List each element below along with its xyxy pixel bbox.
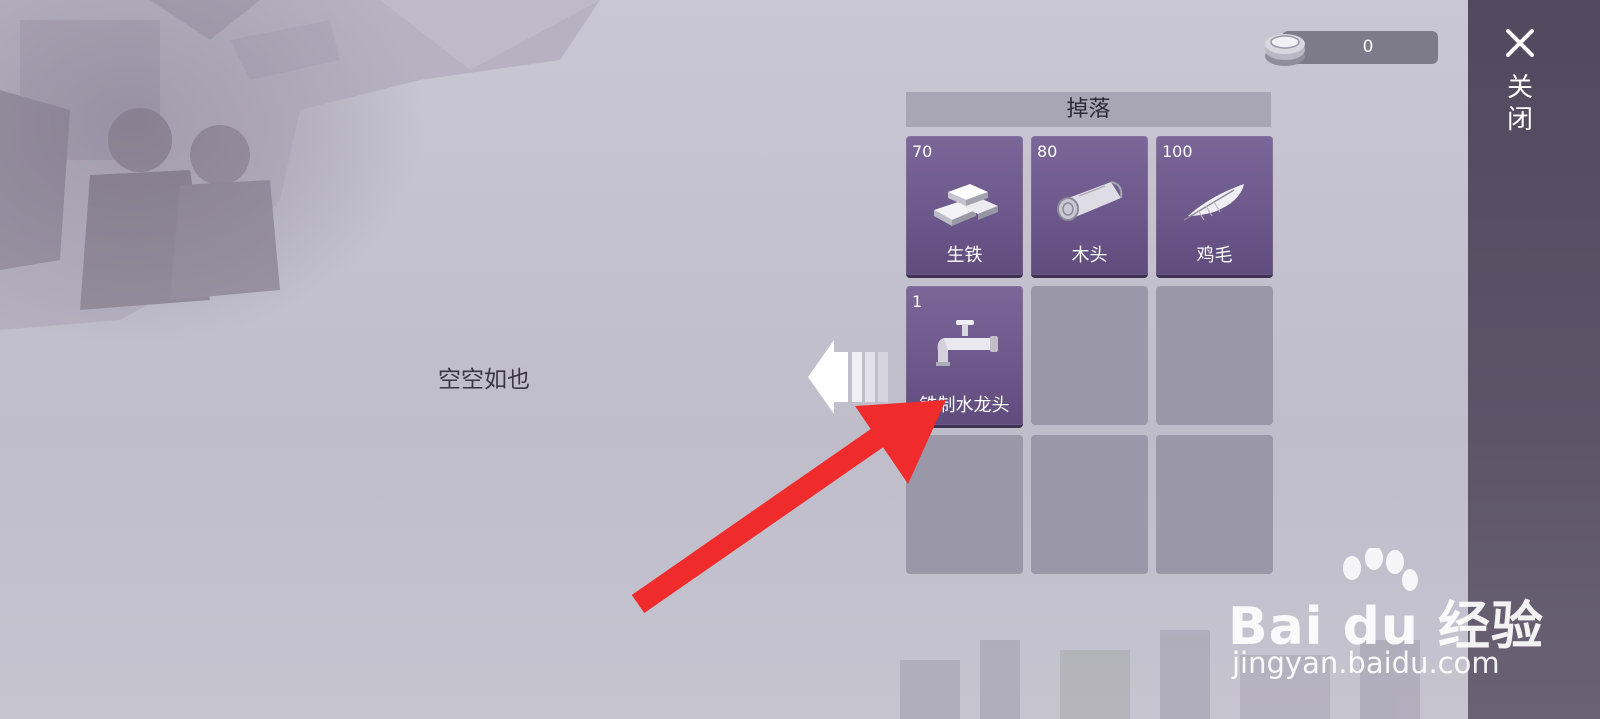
drop-slot-wood[interactable]: 80 木头 xyxy=(1031,136,1148,278)
feather-icon xyxy=(1183,184,1244,221)
drops-title: 掉落 xyxy=(906,92,1271,127)
drop-slot-empty xyxy=(1031,435,1148,574)
drop-slot-empty xyxy=(1031,286,1148,425)
coin-icon xyxy=(1265,34,1305,66)
item-count: 70 xyxy=(912,142,933,161)
iron-ingot-icon xyxy=(934,184,998,226)
annotation-arrow-icon xyxy=(631,400,946,614)
item-count: 80 xyxy=(1037,142,1058,161)
item-name: 鸡毛 xyxy=(1196,245,1233,266)
wood-log-icon xyxy=(1057,181,1123,221)
item-name: 木头 xyxy=(1071,245,1108,266)
drop-slot-feather[interactable]: 100 鸡毛 xyxy=(1156,136,1273,278)
item-count: 100 xyxy=(1162,142,1193,161)
drop-slot-iron[interactable]: 70 生铁 xyxy=(906,136,1023,278)
soldier-artwork xyxy=(0,0,600,330)
item-count: 1 xyxy=(912,292,923,311)
watermark-url: jingyan.baidu.com xyxy=(1232,646,1500,680)
faucet-icon xyxy=(936,320,998,366)
close-icon[interactable] xyxy=(1505,28,1535,58)
currency-value: 0 xyxy=(1362,37,1374,57)
item-name: 生铁 xyxy=(946,245,983,266)
close-button-label[interactable]: 关闭 xyxy=(1502,72,1538,136)
inventory-empty-text: 空空如也 xyxy=(438,367,530,393)
drop-slot-empty xyxy=(1156,286,1273,425)
